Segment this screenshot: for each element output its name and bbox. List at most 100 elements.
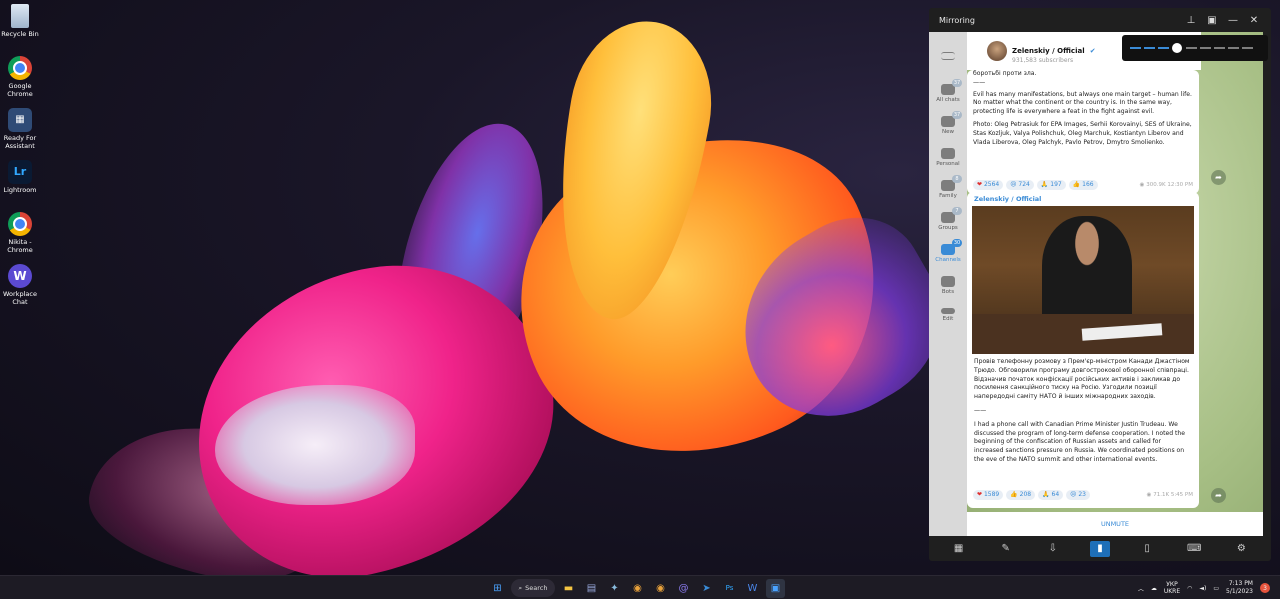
minimize-icon[interactable]: — bbox=[1224, 15, 1242, 26]
draw-icon[interactable]: ✎ bbox=[996, 541, 1016, 557]
folder-groups[interactable]: 7 Groups bbox=[929, 207, 967, 231]
avatar[interactable] bbox=[987, 41, 1007, 61]
message-bubble[interactable]: Zelenskiy / Official Провів телефонну ро… bbox=[967, 192, 1199, 508]
eye-icon: ◉ bbox=[1146, 491, 1152, 498]
desktop-icon-nikita-chrome[interactable]: Nikita - Chrome bbox=[0, 212, 40, 254]
unread-badge: 37 bbox=[952, 79, 962, 87]
volume-track[interactable] bbox=[1130, 43, 1260, 53]
folder-channels[interactable]: 30 Channels bbox=[929, 239, 967, 263]
desktop-icon-label: Workplace Chat bbox=[3, 290, 37, 306]
clock[interactable]: 7:13 PM 5/1/2023 bbox=[1226, 580, 1253, 596]
chat-bubble-icon: 37 bbox=[941, 111, 962, 127]
volume-knob[interactable] bbox=[1172, 43, 1182, 53]
message-text: Провів телефонну розмову з Прем'єр-мініс… bbox=[974, 358, 1190, 401]
folder-edit[interactable]: Edit bbox=[929, 308, 967, 322]
group-icon: 7 bbox=[941, 207, 962, 223]
folder-icon bbox=[941, 148, 955, 159]
folder-family[interactable]: 8 Family bbox=[929, 175, 967, 199]
desktop-icon-lightroom[interactable]: Lr Lightroom bbox=[0, 160, 40, 194]
download-icon[interactable]: ⇩ bbox=[1043, 541, 1063, 557]
reaction-bar: ❤ 1589 👍 208 🙏 64 😢 23 ◉ 71.1K 5:45 PM bbox=[967, 488, 1199, 502]
folder-label: New bbox=[942, 129, 954, 135]
desktop-icon-ready-for-assistant[interactable]: ▦ Ready For Assistant bbox=[0, 108, 40, 150]
telegram-chat: Zelenskiy / Official ✔ 931,583 subscribe… bbox=[967, 32, 1263, 536]
volume-icon[interactable]: ◄) bbox=[1199, 585, 1206, 592]
unread-badge: 30 bbox=[952, 239, 962, 247]
store-icon[interactable]: ▤ bbox=[582, 579, 601, 598]
desktop-icon-label: Google Chrome bbox=[7, 82, 33, 98]
menu-icon[interactable] bbox=[929, 52, 967, 62]
folder-new[interactable]: 37 New bbox=[929, 111, 967, 135]
taskbar-search[interactable]: ⌕ Search bbox=[511, 579, 555, 597]
unmute-button[interactable]: UNMUTE bbox=[967, 512, 1263, 536]
wifi-icon[interactable]: ◠ bbox=[1187, 585, 1192, 592]
photoshop-icon[interactable]: Ps bbox=[720, 579, 739, 598]
forward-icon[interactable]: ➦ bbox=[1211, 488, 1226, 503]
reaction-heart[interactable]: ❤ 2564 bbox=[973, 180, 1004, 190]
apps-icon[interactable]: ▦ bbox=[949, 541, 969, 557]
ready-for-icon: ▦ bbox=[8, 108, 32, 132]
folder-label: Channels bbox=[935, 257, 961, 263]
pin-icon[interactable]: ⊥ bbox=[1182, 15, 1200, 26]
keyboard-icon[interactable]: ⌨ bbox=[1184, 541, 1204, 557]
message-sender[interactable]: Zelenskiy / Official bbox=[967, 192, 1199, 206]
word-icon[interactable]: W bbox=[743, 579, 762, 598]
battery-icon[interactable]: ▭ bbox=[1213, 585, 1219, 592]
screen-icon[interactable]: ▮ bbox=[1089, 540, 1110, 557]
edit-icon bbox=[941, 308, 955, 314]
restore-icon[interactable]: ▣ bbox=[1203, 15, 1221, 26]
language-indicator[interactable]: УКР UKRE bbox=[1164, 581, 1180, 595]
chrome-profile-taskbar-icon[interactable]: ◉ bbox=[651, 579, 670, 598]
notification-badge[interactable]: 3 bbox=[1260, 583, 1270, 593]
phone-screen[interactable]: 37 All chats 37 New Personal 8 Family 7 … bbox=[929, 32, 1263, 536]
telegram-taskbar-icon[interactable]: ➤ bbox=[697, 579, 716, 598]
bot-icon bbox=[941, 276, 955, 287]
message-meta: ◉ 71.1K 5:45 PM bbox=[1146, 491, 1193, 498]
taskbar: ⊞ ⌕ Search ▬ ▤ ✦ ◉ ◉ @ ➤ Ps W ▣ ︿ ☁ УКР UK… bbox=[0, 575, 1280, 599]
volume-slider[interactable] bbox=[1122, 35, 1268, 61]
mirroring-title-bar[interactable]: Mirroring ⊥ ▣ — ✕ bbox=[929, 8, 1271, 32]
verified-icon: ✔ bbox=[1089, 47, 1096, 55]
message-text: I had a phone call with Canadian Prime M… bbox=[974, 420, 1186, 463]
unread-badge: 8 bbox=[952, 175, 962, 183]
chevron-up-icon[interactable]: ︿ bbox=[1138, 584, 1144, 593]
settings-app-icon[interactable]: ✦ bbox=[605, 579, 624, 598]
reaction-thumbs-up[interactable]: 👍 166 bbox=[1068, 180, 1098, 190]
reaction-cry[interactable]: 😢 724 bbox=[1006, 180, 1034, 190]
workplace-taskbar-icon[interactable]: @ bbox=[674, 579, 693, 598]
reaction-thumbs-up[interactable]: 👍 208 bbox=[1006, 490, 1036, 500]
message-bubble[interactable]: боротьбі проти зла. —— Evil has many man… bbox=[967, 70, 1199, 194]
desktop-icon-google-chrome[interactable]: Google Chrome bbox=[0, 56, 40, 98]
message-separator: —— bbox=[974, 406, 987, 414]
unread-badge: 37 bbox=[952, 111, 962, 119]
channel-name: Zelenskiy / Official bbox=[1012, 47, 1085, 55]
reaction-pray[interactable]: 🙏 197 bbox=[1036, 180, 1066, 190]
start-icon[interactable]: ⊞ bbox=[488, 579, 507, 598]
folder-label: Personal bbox=[936, 161, 960, 167]
message-photo[interactable] bbox=[972, 206, 1194, 354]
phone-icon[interactable]: ▯ bbox=[1137, 541, 1157, 557]
reaction-cry[interactable]: 😢 23 bbox=[1066, 490, 1090, 500]
eye-icon: ◉ bbox=[1139, 181, 1145, 188]
desktop-icon-workplace-chat[interactable]: W Workplace Chat bbox=[0, 264, 40, 306]
workplace-chat-icon: W bbox=[8, 264, 32, 288]
folder-all-chats[interactable]: 37 All chats bbox=[929, 79, 967, 103]
message-separator: —— bbox=[973, 78, 986, 86]
desktop-icon-recycle-bin[interactable]: Recycle Bin bbox=[0, 4, 40, 38]
message-text: боротьбі проти зла. bbox=[973, 70, 1037, 77]
folder-label: Bots bbox=[941, 289, 955, 295]
file-explorer-icon[interactable]: ▬ bbox=[559, 579, 578, 598]
reaction-heart[interactable]: ❤ 1589 bbox=[973, 490, 1004, 500]
mirroring-taskbar-icon[interactable]: ▣ bbox=[766, 578, 785, 598]
settings-icon[interactable]: ⚙ bbox=[1231, 541, 1251, 557]
reaction-pray[interactable]: 🙏 64 bbox=[1038, 490, 1064, 500]
cloud-icon[interactable]: ☁ bbox=[1151, 585, 1157, 592]
folder-personal[interactable]: Personal bbox=[929, 148, 967, 167]
chrome-taskbar-icon[interactable]: ◉ bbox=[628, 579, 647, 598]
desktop-icon-label: Nikita - Chrome bbox=[7, 238, 33, 254]
close-icon[interactable]: ✕ bbox=[1245, 15, 1263, 26]
folder-label: All chats bbox=[936, 97, 960, 103]
telegram-folder-sidebar: 37 All chats 37 New Personal 8 Family 7 … bbox=[929, 32, 967, 536]
folder-bots[interactable]: Bots bbox=[929, 276, 967, 295]
forward-icon[interactable]: ➦ bbox=[1211, 170, 1226, 185]
